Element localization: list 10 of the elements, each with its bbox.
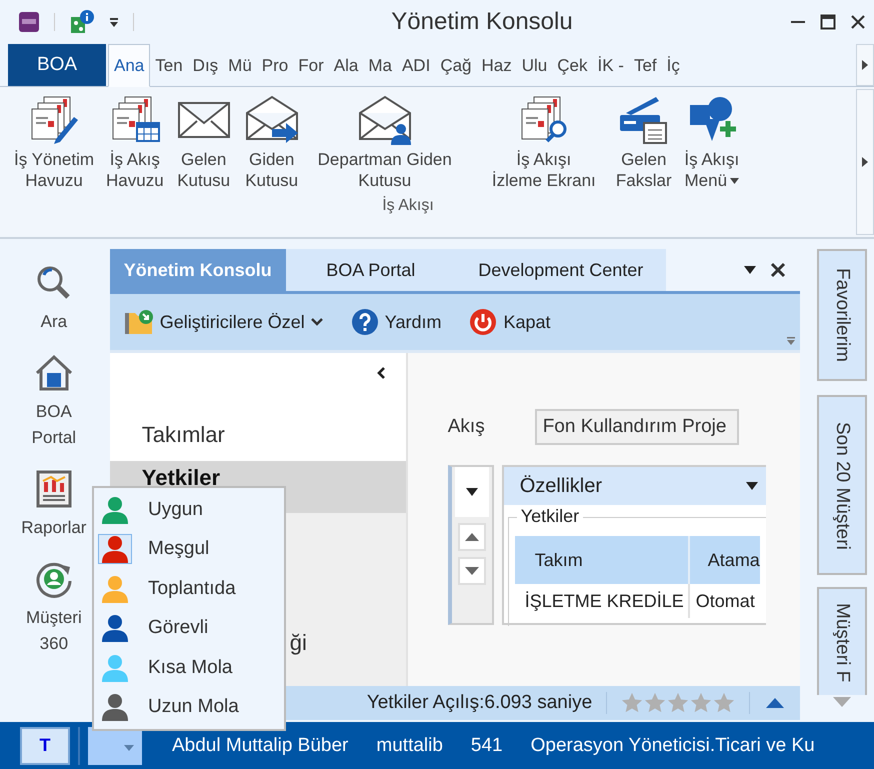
table-cell: Otomat (688, 584, 760, 618)
status-field: 541 (470, 734, 503, 756)
group-label: İş Akışı (382, 197, 434, 215)
status-field: muttalib (376, 734, 443, 756)
status-field: Operasyon Yöneticisi.Ticari ve Ku (530, 734, 815, 756)
status-field: Abdul Muttalip Büber (172, 734, 348, 756)
window-title: Yönetim Konsolu (390, 8, 573, 36)
table-cell: İŞLETME KREDİLE (514, 584, 689, 618)
status-text: Yetkiler Açılış:6.093 saniye (366, 692, 608, 714)
field-label: Akış (448, 416, 485, 438)
